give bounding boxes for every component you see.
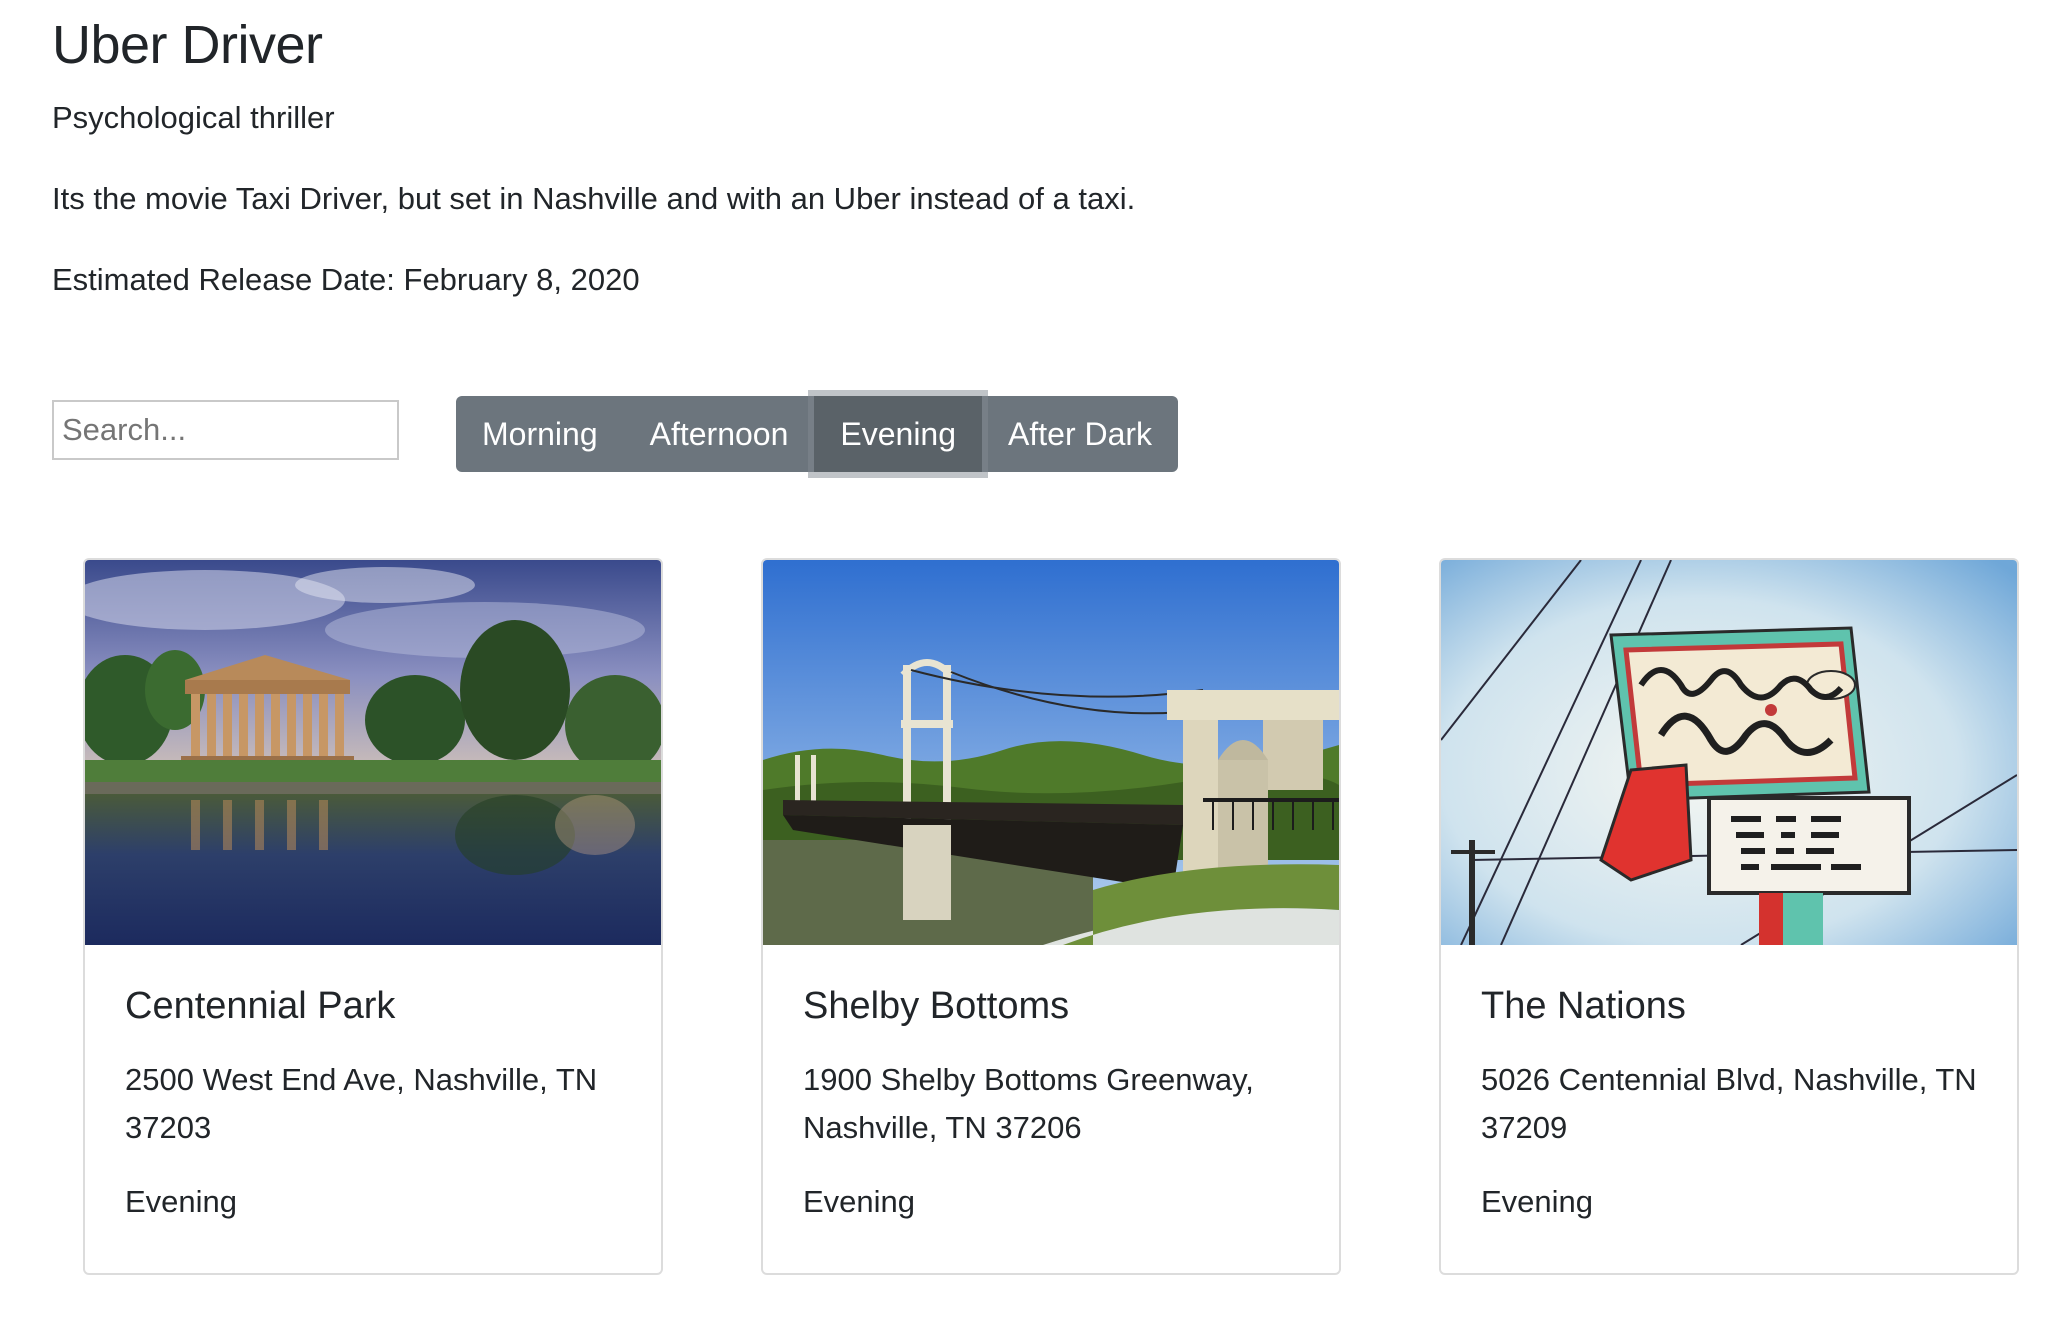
location-time: Evening	[803, 1184, 916, 1219]
location-time: Evening	[1481, 1184, 1594, 1219]
parthenon-photo	[85, 560, 661, 945]
filter-afternoon-button[interactable]: Afternoon	[624, 396, 815, 472]
bridge-photo	[763, 560, 1339, 945]
card-body: Centennial Park 2500 West End Ave, Nashv…	[85, 945, 661, 1220]
filter-after-dark-button[interactable]: After Dark	[982, 396, 1178, 472]
location-time: Evening	[125, 1184, 238, 1219]
filter-evening-button[interactable]: Evening	[814, 396, 983, 472]
search-input[interactable]	[52, 400, 399, 460]
release-date: Estimated Release Date: February 8, 2020	[52, 262, 640, 297]
location-name: Centennial Park	[125, 985, 396, 1027]
page-title: Uber Driver	[52, 15, 323, 75]
page: Uber Driver Psychological thriller Its t…	[0, 0, 2066, 1336]
location-card[interactable]: Shelby Bottoms 1900 Shelby Bottoms Green…	[761, 558, 1341, 1275]
location-name: Shelby Bottoms	[803, 985, 1070, 1027]
movie-genre: Psychological thriller	[52, 100, 335, 135]
location-name: The Nations	[1481, 985, 1686, 1027]
filter-morning-button[interactable]: Morning	[456, 396, 624, 472]
movie-description: Its the movie Taxi Driver, but set in Na…	[52, 181, 1136, 216]
location-address: 1900 Shelby Bottoms Greenway, Nashville,…	[803, 1062, 1254, 1145]
time-filter-group: Morning Afternoon Evening After Dark	[456, 396, 1179, 472]
location-address: 2500 West End Ave, Nashville, TN 37203	[125, 1062, 598, 1145]
location-card[interactable]: Centennial Park 2500 West End Ave, Nashv…	[83, 558, 663, 1275]
location-card[interactable]: The Nations 5026 Centennial Blvd, Nashvi…	[1439, 558, 2019, 1275]
nations-sign-photo	[1441, 560, 2017, 945]
card-body: Shelby Bottoms 1900 Shelby Bottoms Green…	[763, 945, 1339, 1220]
location-cards: Centennial Park 2500 West End Ave, Nashv…	[83, 558, 2019, 1275]
card-body: The Nations 5026 Centennial Blvd, Nashvi…	[1441, 945, 2017, 1220]
location-address: 5026 Centennial Blvd, Nashville, TN 3720…	[1481, 1062, 1977, 1145]
